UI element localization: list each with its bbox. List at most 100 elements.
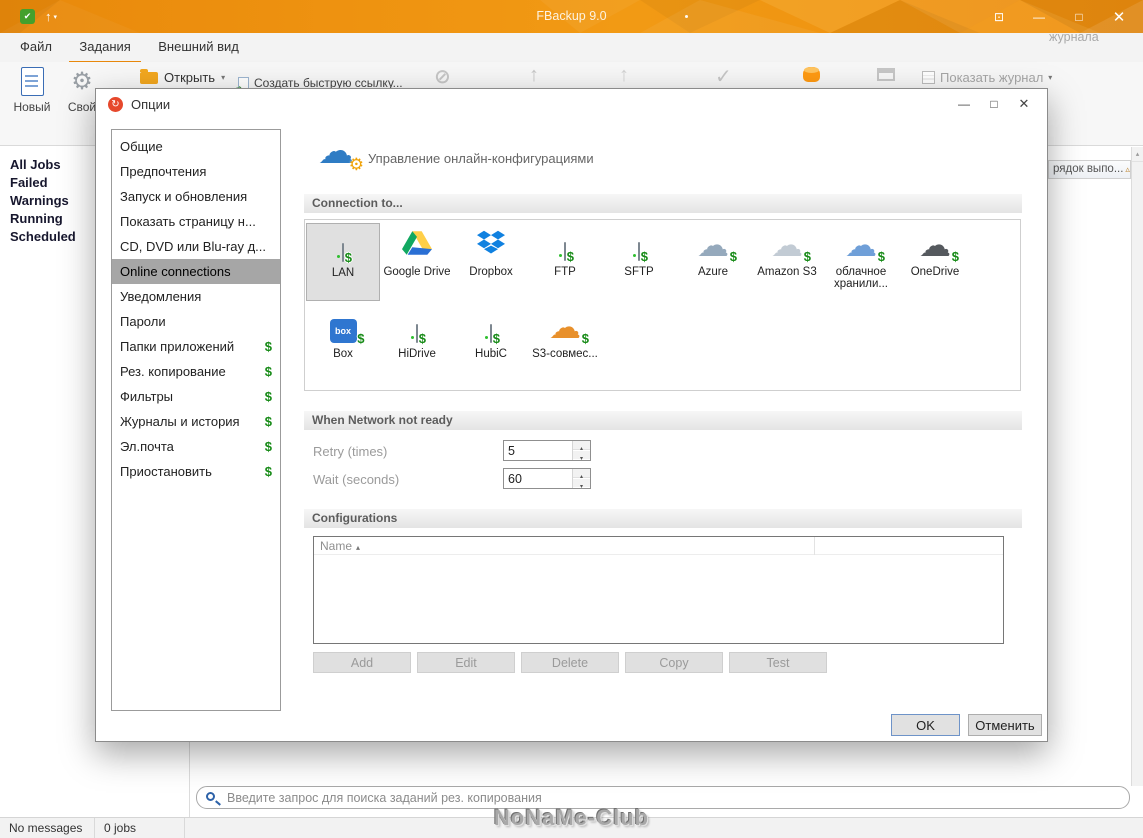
connection-label: HubiC [475, 348, 507, 360]
chevron-down-icon: ▾ [1048, 73, 1053, 82]
nav-passwords[interactable]: Пароли [112, 309, 280, 334]
retry-times-stepper [503, 440, 591, 461]
nav-filters[interactable]: Фильтры $ [112, 384, 280, 409]
window-view-icon [877, 68, 895, 81]
window-controls: ⊡ — □ ✕ [979, 0, 1139, 33]
nav-preferences[interactable]: Предпочтения [112, 159, 280, 184]
spin-down-icon[interactable] [573, 478, 590, 487]
spin-up-icon[interactable] [573, 469, 590, 478]
sftp-server-icon [638, 242, 640, 261]
connection-box[interactable]: $ Box [306, 305, 380, 383]
connection-label: облачное хранили... [833, 266, 889, 290]
tab-appearance[interactable]: Внешний вид [148, 33, 249, 62]
column-divider[interactable] [814, 537, 815, 555]
connection-dropbox[interactable]: Dropbox [454, 223, 528, 301]
configuration-actions: Add Edit Delete Copy Test [313, 652, 827, 673]
chevron-down-icon[interactable]: ▾ [54, 13, 58, 21]
search-input[interactable] [225, 788, 1115, 807]
new-document-icon [20, 67, 44, 96]
column-header-execution-order[interactable]: рядок выпо... ▵ [1048, 160, 1131, 179]
add-button[interactable]: Add [313, 652, 411, 673]
amazon-s3-cloud-icon [771, 229, 803, 261]
connection-label: S3-совмес... [532, 348, 598, 360]
nav-notifications[interactable]: Уведомления [112, 284, 280, 309]
connection-row-1: $ LAN Google Drive Dropbox $ FTP $ SFTP … [306, 223, 972, 301]
connection-s3-compatible[interactable]: $ S3-совмес... [528, 305, 602, 383]
search-box [196, 786, 1130, 809]
quick-backup-icon[interactable]: ↑ ▾ [45, 9, 57, 24]
backup-cylinder-icon[interactable] [803, 67, 820, 82]
options-dialog-icon: ↻ [108, 97, 123, 112]
nav-label: Эл.почта [120, 439, 174, 454]
scroll-up-icon[interactable]: ▴ [1132, 147, 1143, 162]
nav-label: Запуск и обновления [120, 189, 248, 204]
cancel-button[interactable]: Отменить [968, 714, 1042, 736]
connection-hubic[interactable]: $ HubiC [454, 305, 528, 383]
nav-general[interactable]: Общие [112, 134, 280, 159]
connection-label: Azure [697, 266, 729, 278]
new-job-button[interactable]: Новый [8, 67, 56, 114]
connection-hidrive[interactable]: $ HiDrive [380, 305, 454, 383]
connection-onedrive[interactable]: $ OneDrive [898, 223, 972, 301]
open-button[interactable]: Открыть ▾ [140, 68, 226, 85]
vertical-scrollbar[interactable]: ▴ [1131, 147, 1143, 786]
connection-lan[interactable]: $ LAN [306, 223, 380, 301]
wait-seconds-stepper [503, 468, 591, 489]
spin-up-icon[interactable] [573, 441, 590, 450]
copy-button[interactable]: Copy [625, 652, 723, 673]
nav-pause[interactable]: Приостановить $ [112, 459, 280, 484]
spin-down-icon[interactable] [573, 450, 590, 459]
options-dialog: ↻ Опции — □ ✕ Общие Предпочтения Запуск … [95, 88, 1048, 742]
dollar-icon: $ [264, 439, 272, 454]
status-jobs-count: 0 jobs [95, 818, 185, 838]
close-icon[interactable]: ✕ [1099, 0, 1139, 33]
nav-label: Рез. копирование [120, 364, 226, 379]
maximize-icon[interactable]: □ [1059, 0, 1099, 33]
delete-button[interactable]: Delete [521, 652, 619, 673]
dollar-icon: $ [492, 331, 500, 346]
retry-times-input[interactable] [504, 441, 572, 460]
nav-logs-history[interactable]: Журналы и история $ [112, 409, 280, 434]
minimize-icon[interactable]: — [1019, 0, 1059, 33]
ok-button[interactable]: OK [891, 714, 960, 736]
hubic-drive-icon [490, 324, 492, 343]
nav-backup[interactable]: Рез. копирование $ [112, 359, 280, 384]
show-log-button[interactable]: Показать журнал ▾ [922, 70, 1052, 85]
section-when-network-not-ready: When Network not ready [304, 411, 1022, 430]
connection-label: OneDrive [910, 266, 960, 278]
nav-label: Журналы и история [120, 414, 240, 429]
connection-cloud-storage[interactable]: $ облачное хранили... [824, 223, 898, 301]
folder-icon [140, 68, 158, 84]
configurations-table-header[interactable]: Name ▴ [314, 537, 1003, 555]
quick-access-toolbar: ✔ ↑ ▾ [20, 0, 57, 33]
nav-show-page[interactable]: Показать страницу н... [112, 209, 280, 234]
nav-app-folders[interactable]: Папки приложений $ [112, 334, 280, 359]
tab-jobs[interactable]: Задания [69, 35, 141, 64]
sort-arrow-icon: ▵ [1125, 164, 1130, 174]
connection-ftp[interactable]: $ FTP [528, 223, 602, 301]
connection-amazon-s3[interactable]: $ Amazon S3 [750, 223, 824, 301]
nav-online-connections[interactable]: Online connections [112, 259, 280, 284]
fbackup-app-icon[interactable]: ✔ [20, 9, 35, 24]
s3-compatible-cloud-icon [549, 311, 581, 343]
dollar-icon: $ [951, 249, 959, 264]
wait-seconds-input[interactable] [504, 469, 572, 488]
test-button[interactable]: Test [729, 652, 827, 673]
configurations-table[interactable]: Name ▴ [313, 536, 1004, 644]
menu-tab-bar: Файл Задания Внешний вид [0, 33, 1143, 64]
spinner-buttons [572, 441, 590, 460]
dollar-icon: $ [566, 249, 574, 264]
fit-window-icon[interactable]: ⊡ [979, 0, 1019, 33]
nav-startup-updates[interactable]: Запуск и обновления [112, 184, 280, 209]
connection-sftp[interactable]: $ SFTP [602, 223, 676, 301]
nav-cd-dvd-bluray[interactable]: CD, DVD или Blu-ray д... [112, 234, 280, 259]
nav-email[interactable]: Эл.почта $ [112, 434, 280, 459]
dollar-icon: $ [264, 339, 272, 354]
show-log-partial-label: журнала [1049, 30, 1099, 44]
edit-button[interactable]: Edit [417, 652, 515, 673]
connection-google-drive[interactable]: Google Drive [380, 223, 454, 301]
chevron-down-icon: ▾ [221, 73, 226, 82]
connection-azure[interactable]: $ Azure [676, 223, 750, 301]
search-bar [196, 786, 1130, 809]
tab-file[interactable]: Файл [10, 33, 62, 62]
